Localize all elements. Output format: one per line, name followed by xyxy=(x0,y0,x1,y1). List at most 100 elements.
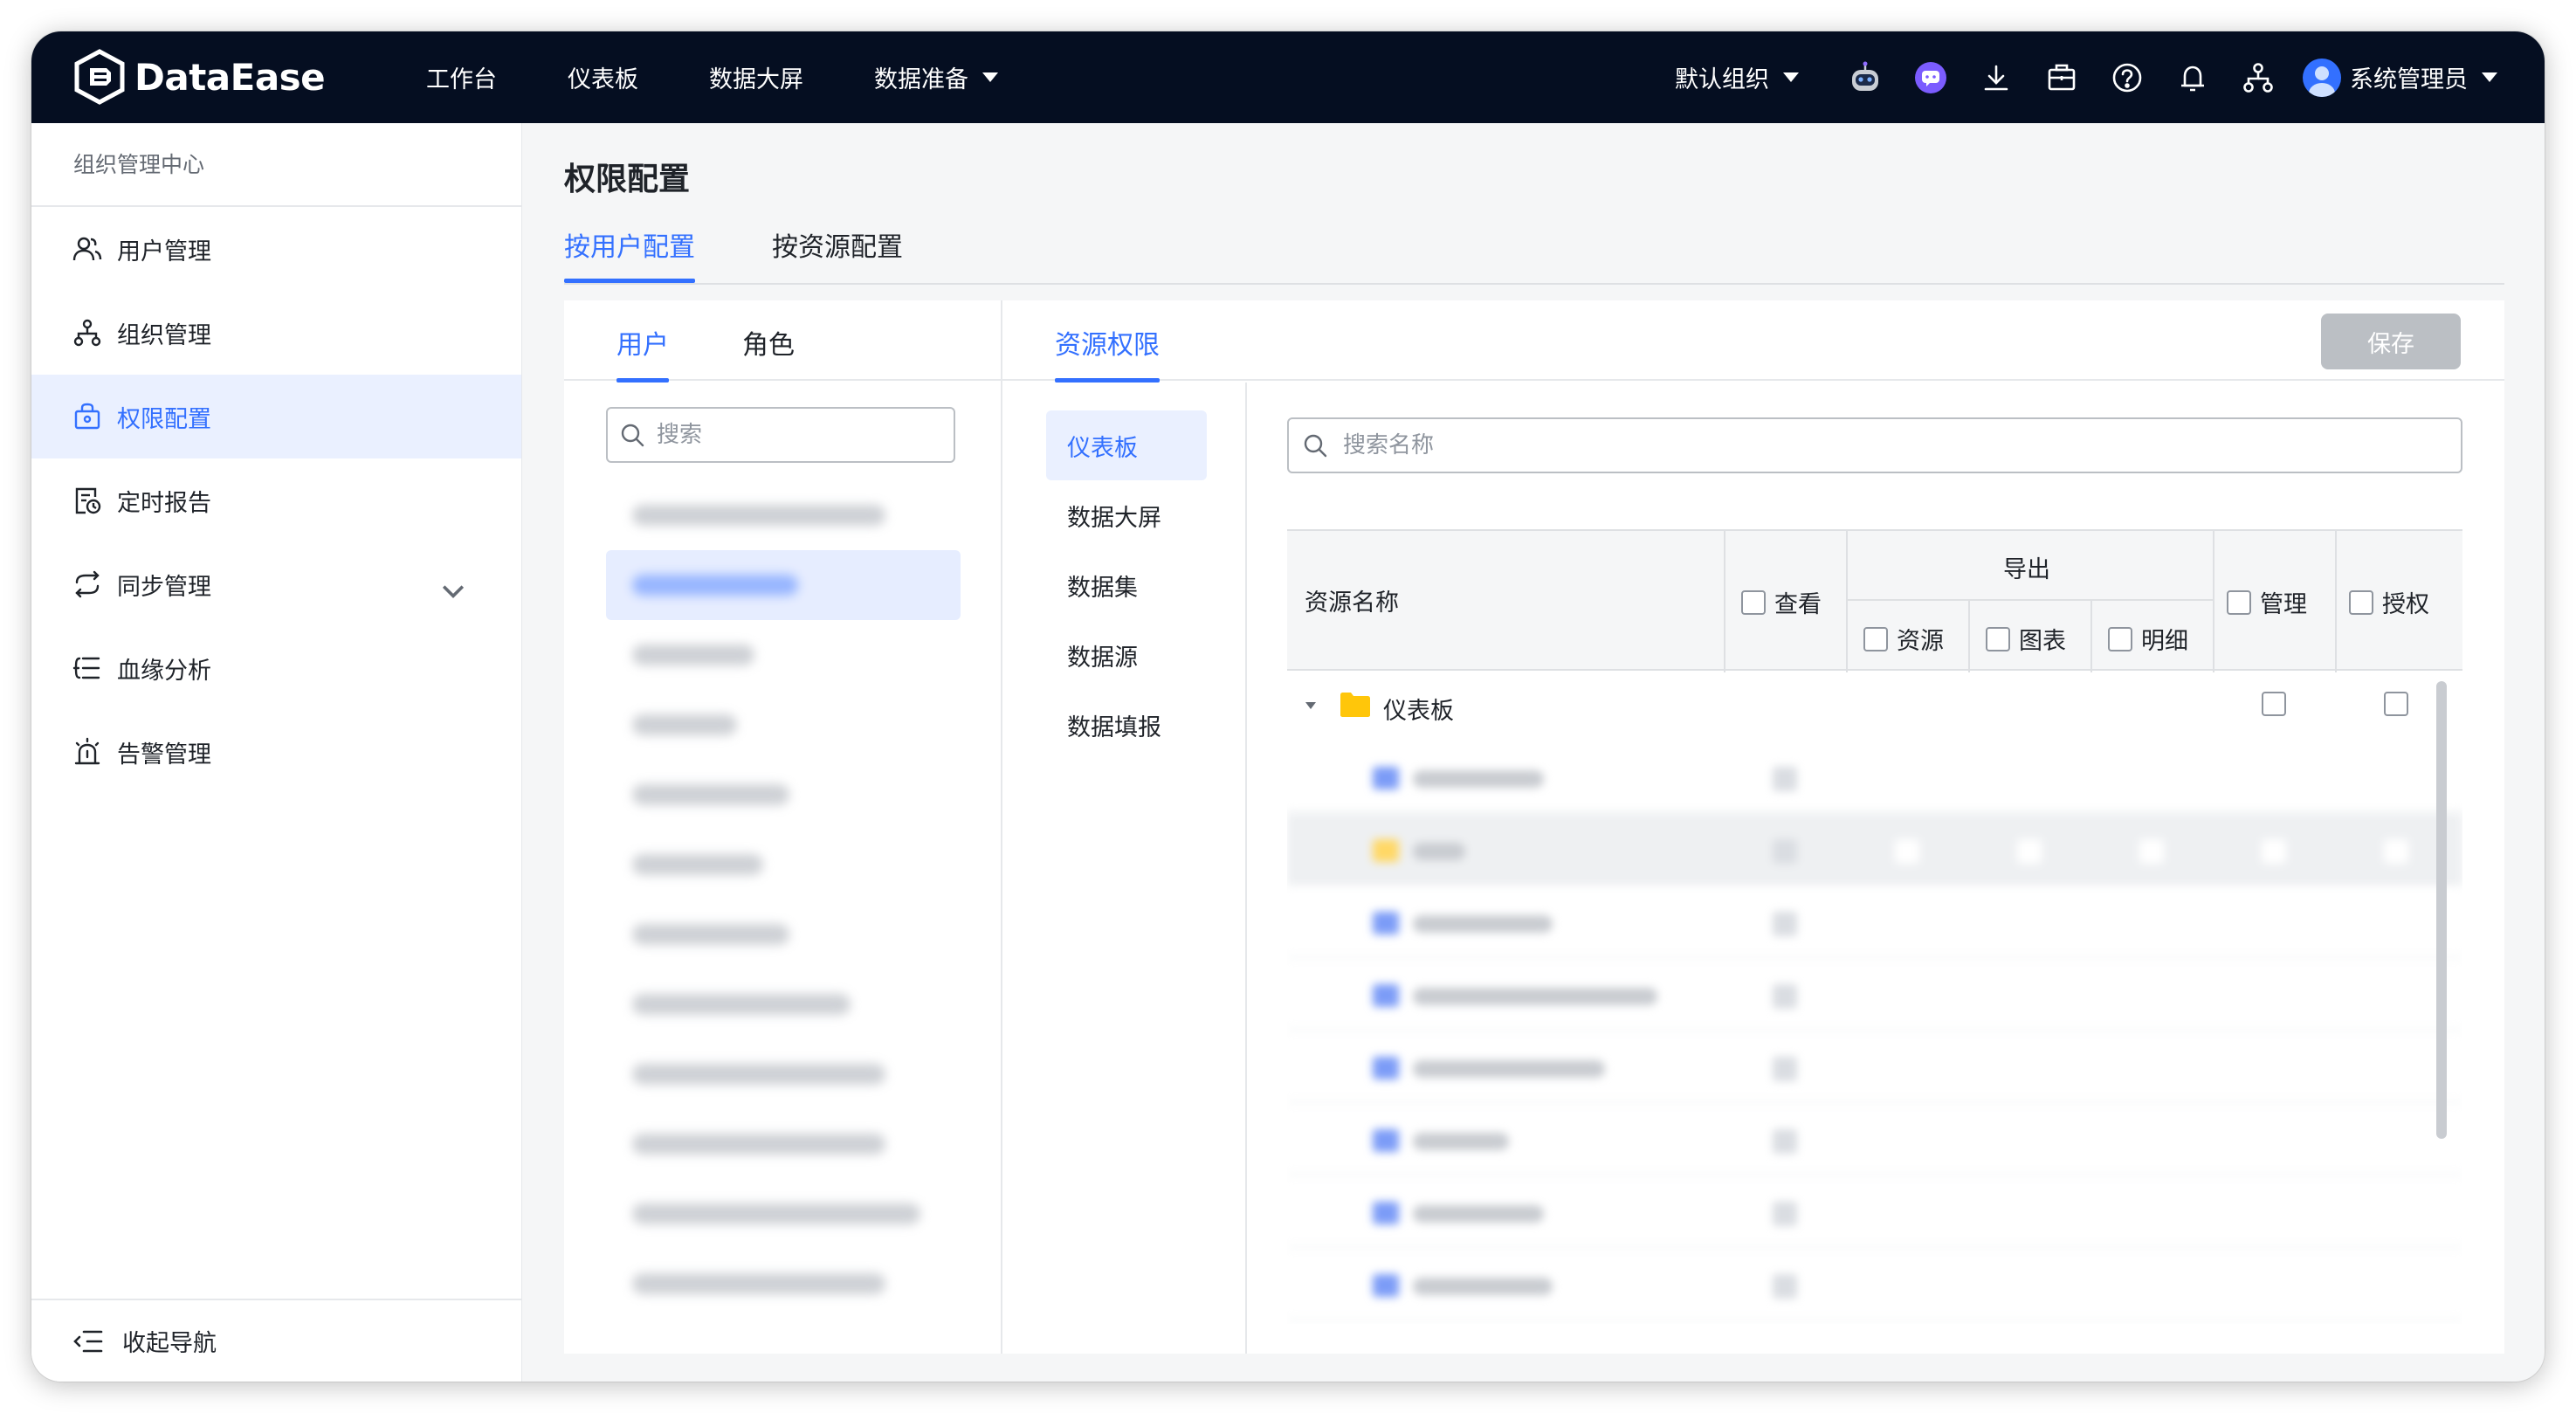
resource-menu-dataset[interactable]: 数据集 xyxy=(1046,550,1207,620)
checkbox[interactable] xyxy=(1773,1057,1797,1081)
table-row[interactable]: 仪表板 xyxy=(1287,671,2462,741)
sync-icon xyxy=(75,570,100,598)
logo[interactable]: DataEase xyxy=(73,45,326,108)
dashboard-icon xyxy=(1373,1129,1399,1152)
user-search-input[interactable] xyxy=(657,422,936,448)
checkbox[interactable] xyxy=(2262,692,2286,716)
permission-table: 资源名称 查看 导出 资源 图表 明细 管理 授权 仪表板 xyxy=(1287,529,2462,1324)
list-item[interactable] xyxy=(606,830,961,899)
sidebar-item-alarm[interactable]: 告警管理 xyxy=(31,710,521,794)
list-item[interactable] xyxy=(606,1179,961,1249)
nav-data-prep[interactable]: 数据准备 xyxy=(874,60,998,94)
list-item[interactable] xyxy=(606,760,961,830)
list-item[interactable] xyxy=(606,1249,961,1319)
sidebar-item-label: 组织管理 xyxy=(117,321,211,349)
table-row[interactable] xyxy=(1287,1248,2462,1320)
checkbox[interactable] xyxy=(2227,589,2251,615)
checkbox[interactable] xyxy=(2262,839,2286,864)
sidebar-item-report[interactable]: 定时报告 xyxy=(31,458,521,542)
tab-user[interactable]: 用户 xyxy=(616,323,669,383)
nav-screen[interactable]: 数据大屏 xyxy=(709,60,803,94)
col-header-view[interactable]: 查看 xyxy=(1741,585,1822,619)
alarm-icon xyxy=(74,737,100,765)
checkbox[interactable] xyxy=(1773,1274,1797,1299)
table-row[interactable] xyxy=(1287,1103,2462,1175)
chat-assistant-icon[interactable] xyxy=(1910,57,1952,99)
user-role-tabs: 用户 角色 xyxy=(564,300,1001,383)
user-search[interactable] xyxy=(606,407,955,463)
list-item[interactable] xyxy=(606,1039,961,1109)
table-row[interactable] xyxy=(1287,1175,2462,1248)
list-item[interactable] xyxy=(606,969,961,1039)
col-header-manage[interactable]: 管理 xyxy=(2227,585,2307,619)
list-item[interactable] xyxy=(606,899,961,969)
checkbox[interactable] xyxy=(1773,984,1797,1009)
resource-search[interactable] xyxy=(1287,417,2462,473)
sidebar-item-org[interactable]: 组织管理 xyxy=(31,291,521,375)
tab-by-resource[interactable]: 按资源配置 xyxy=(772,225,903,264)
checkbox[interactable] xyxy=(1773,767,1797,791)
resource-menu-data-fill[interactable]: 数据填报 xyxy=(1046,690,1207,760)
list-item[interactable] xyxy=(606,480,961,550)
table-row[interactable] xyxy=(1287,886,2462,958)
org-structure-icon[interactable] xyxy=(2237,57,2279,99)
checkbox[interactable] xyxy=(1773,912,1797,936)
list-item[interactable] xyxy=(606,550,961,620)
checkbox[interactable] xyxy=(1863,626,1888,651)
save-button[interactable]: 保存 xyxy=(2321,314,2461,369)
checkbox[interactable] xyxy=(1773,839,1797,864)
list-item[interactable] xyxy=(606,690,961,760)
tab-role[interactable]: 角色 xyxy=(742,323,795,362)
help-icon[interactable] xyxy=(2106,57,2148,99)
caret-expand-icon[interactable] xyxy=(1305,700,1317,711)
download-icon[interactable] xyxy=(1975,57,2017,99)
sidebar-item-sync[interactable]: 同步管理 xyxy=(31,542,521,626)
bell-icon[interactable] xyxy=(2172,57,2214,99)
table-row[interactable] xyxy=(1287,813,2462,886)
org-selector[interactable]: 默认组织 xyxy=(1675,60,1799,94)
resource-menu-dashboard[interactable]: 仪表板 xyxy=(1046,410,1207,480)
list-item[interactable] xyxy=(606,1109,961,1179)
table-scrollbar[interactable] xyxy=(2436,681,2447,1139)
checkbox[interactable] xyxy=(1895,839,1919,864)
table-row[interactable] xyxy=(1287,741,2462,813)
col-header-label: 资源名称 xyxy=(1305,589,1399,617)
resource-menu-datasource[interactable]: 数据源 xyxy=(1046,620,1207,690)
nav-dashboard[interactable]: 仪表板 xyxy=(568,60,638,94)
checkbox[interactable] xyxy=(2139,839,2164,864)
checkbox[interactable] xyxy=(1773,1129,1797,1154)
col-header-export-chart[interactable]: 图表 xyxy=(1986,622,2066,656)
checkbox[interactable] xyxy=(1986,626,2010,651)
blurred-user-name xyxy=(632,994,851,1015)
col-header-export-resource[interactable]: 资源 xyxy=(1863,622,1944,656)
col-header-export-detail[interactable]: 明细 xyxy=(2108,622,2188,656)
folder-icon xyxy=(1373,839,1399,862)
ai-robot-icon[interactable] xyxy=(1844,57,1886,99)
sidebar-item-users[interactable]: 用户管理 xyxy=(31,207,521,291)
table-row[interactable] xyxy=(1287,958,2462,1030)
checkbox[interactable] xyxy=(2384,839,2408,864)
checkbox[interactable] xyxy=(2108,626,2132,651)
tab-by-user[interactable]: 按用户配置 xyxy=(564,225,695,283)
col-header-name: 资源名称 xyxy=(1305,583,1399,617)
checkbox[interactable] xyxy=(2017,839,2042,864)
col-header-label: 图表 xyxy=(2019,628,2066,655)
checkbox[interactable] xyxy=(2384,692,2408,716)
checkbox[interactable] xyxy=(1741,589,1766,615)
nav-workbench[interactable]: 工作台 xyxy=(426,60,497,94)
collapse-nav-button[interactable]: 收起导航 xyxy=(31,1299,521,1382)
tab-resource-permission[interactable]: 资源权限 xyxy=(1055,323,1160,383)
sidebar-item-lineage[interactable]: 血缘分析 xyxy=(31,626,521,710)
checkbox[interactable] xyxy=(2349,589,2373,615)
col-header-grant[interactable]: 授权 xyxy=(2349,585,2429,619)
table-row[interactable] xyxy=(1287,1030,2462,1103)
resource-menu-screen[interactable]: 数据大屏 xyxy=(1046,480,1207,550)
chevron-down-icon[interactable] xyxy=(437,576,469,607)
config-mode-tabs: 按用户配置 按资源配置 xyxy=(564,215,2504,285)
list-item[interactable] xyxy=(606,620,961,690)
resource-search-input[interactable] xyxy=(1343,432,2391,458)
checkbox[interactable] xyxy=(1773,1202,1797,1226)
sidebar-item-permission[interactable]: 权限配置 xyxy=(31,375,521,458)
template-market-icon[interactable] xyxy=(2041,57,2083,99)
user-menu[interactable]: 系统管理员 xyxy=(2303,58,2497,97)
